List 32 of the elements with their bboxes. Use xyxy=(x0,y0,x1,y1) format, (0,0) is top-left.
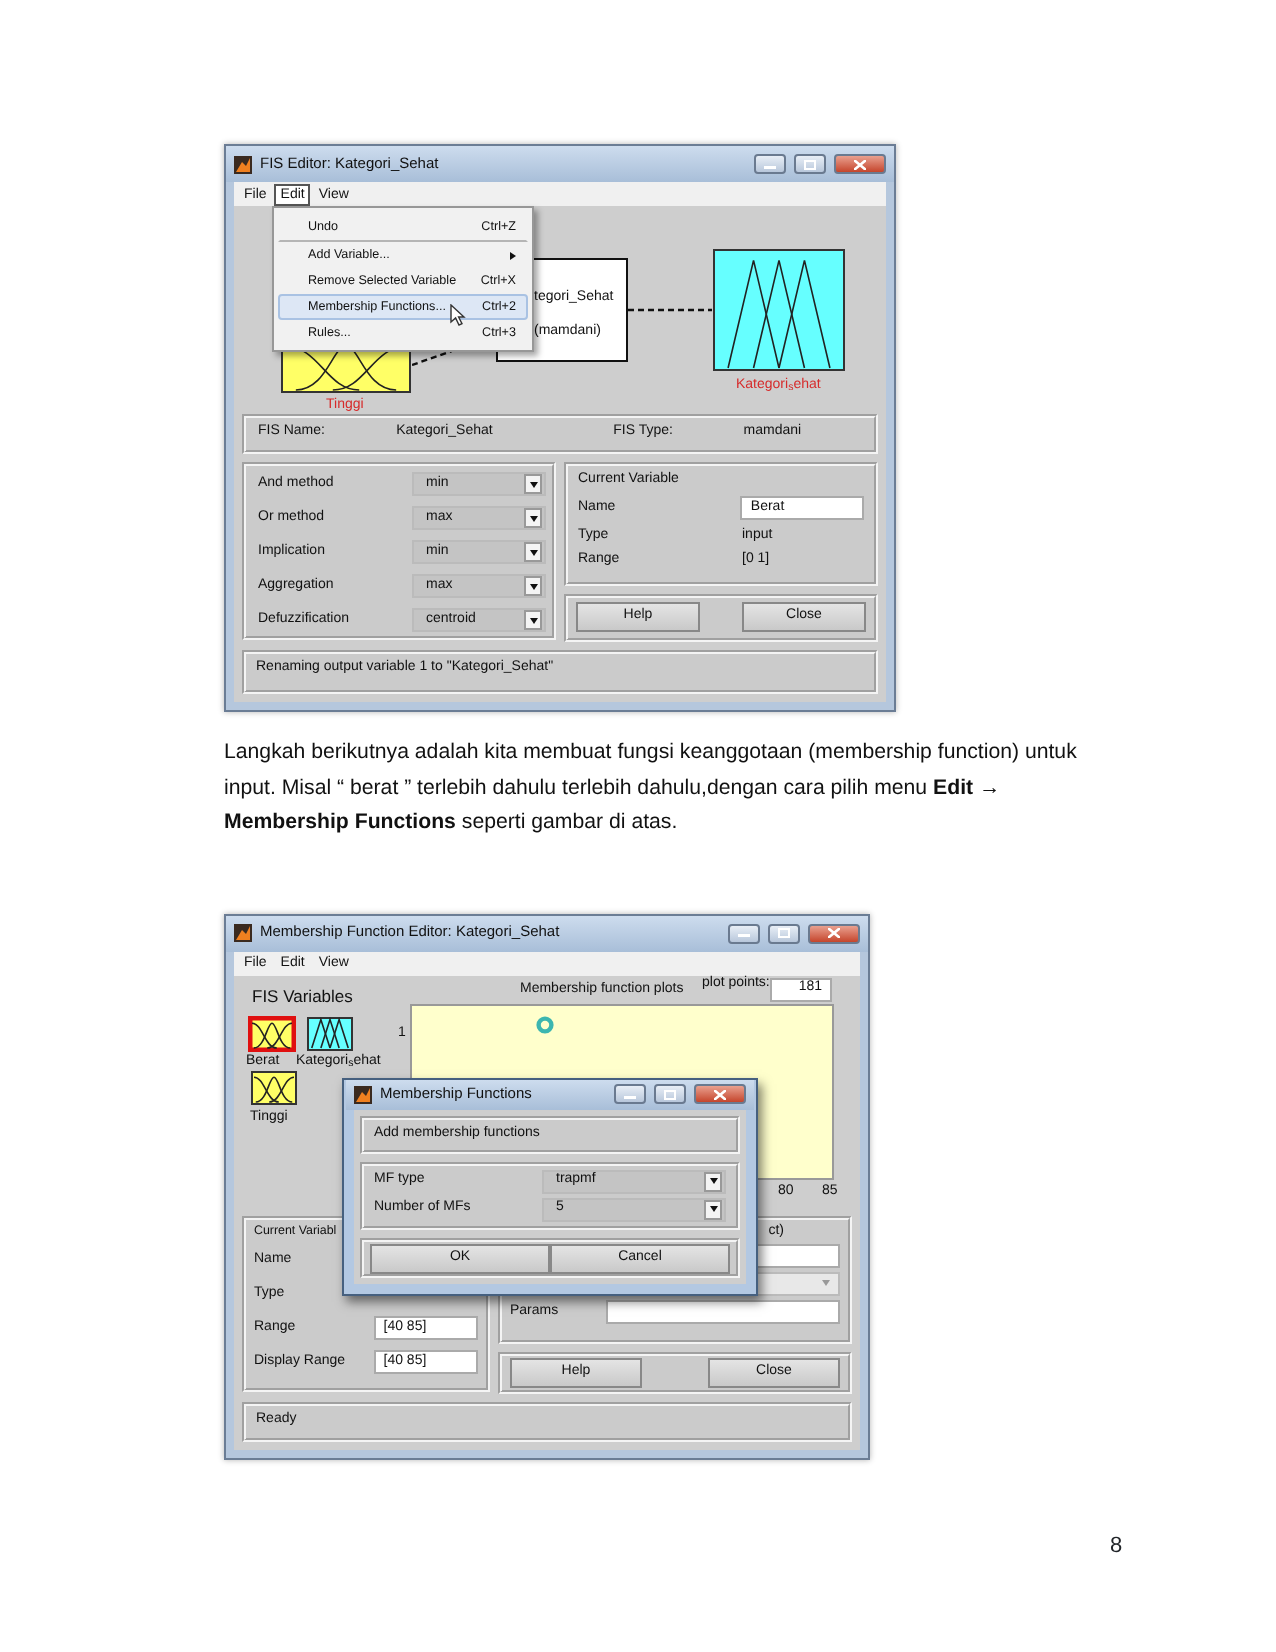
variable-tile[interactable] xyxy=(306,1015,354,1051)
close-button[interactable] xyxy=(694,1084,746,1104)
connector-line xyxy=(412,350,452,366)
mouse-pointer-icon xyxy=(450,304,466,326)
body-paragraph: Langkah berikutnya adalah kita membuat fungsi keanggotaan (membership function) untuk input. Misal “ berat ” terlebih dahulu terlebih dahulu,dengan cara pilih menu Edit → Membership Functions seperti gambar di atas. xyxy=(224,738,1079,838)
close-button[interactable] xyxy=(808,923,860,943)
app-icon xyxy=(234,155,252,173)
minimize-button[interactable] xyxy=(754,154,786,174)
minimize-icon xyxy=(738,928,750,938)
app-icon xyxy=(354,1085,372,1103)
connector-line xyxy=(628,308,712,312)
maximize-button[interactable] xyxy=(794,154,826,174)
output-variable-block[interactable] xyxy=(712,248,846,372)
close-icon xyxy=(854,159,866,169)
section-title: FIS Variables xyxy=(252,987,353,1007)
variable-tile[interactable] xyxy=(248,1015,296,1051)
maximize-button[interactable] xyxy=(654,1084,686,1104)
close-icon xyxy=(828,928,840,938)
maximize-icon xyxy=(664,1089,676,1099)
variable-tile[interactable] xyxy=(250,1069,298,1105)
app-icon xyxy=(234,924,252,942)
close-icon xyxy=(714,1089,726,1099)
minimize-button[interactable] xyxy=(614,1084,646,1104)
minimize-button[interactable] xyxy=(728,923,760,943)
maximize-button[interactable] xyxy=(768,923,800,943)
close-button[interactable] xyxy=(834,154,886,174)
maximize-icon xyxy=(804,159,816,169)
submenu-arrow-icon xyxy=(510,251,516,259)
maximize-icon xyxy=(778,928,790,938)
loading-spinner-icon xyxy=(536,1015,554,1033)
page-number: 8 xyxy=(1110,1532,1123,1562)
params-field[interactable] xyxy=(606,1299,840,1324)
